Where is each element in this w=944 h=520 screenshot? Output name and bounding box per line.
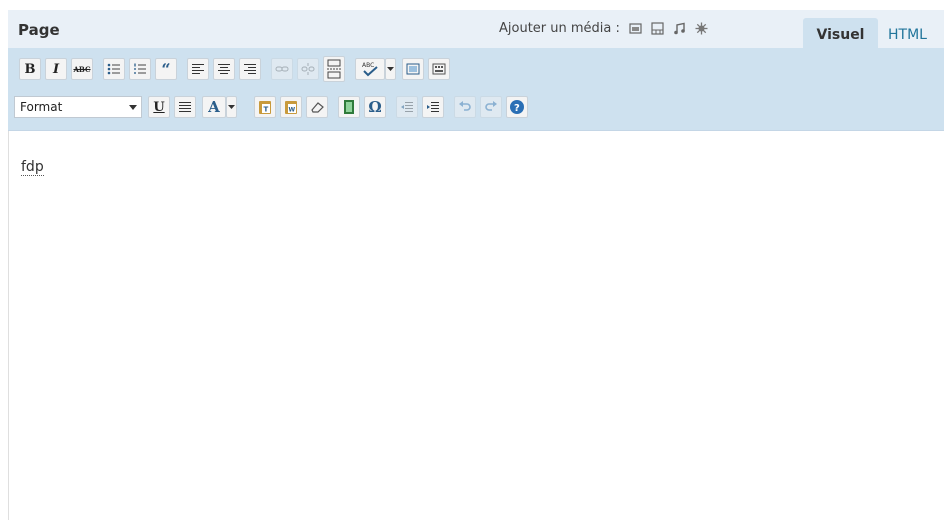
toolbar: B I ABC “ ABC Format U A T W Ω ?: [8, 48, 944, 131]
page-title: Page: [18, 21, 60, 39]
undo-icon: [459, 101, 471, 111]
redo-button[interactable]: [480, 96, 502, 118]
svg-text:ABC: ABC: [362, 62, 374, 69]
align-right-icon: [244, 64, 256, 74]
svg-text:?: ?: [514, 103, 520, 114]
svg-text:W: W: [289, 107, 296, 114]
align-justify-icon: [179, 102, 191, 112]
special-character-button[interactable]: Ω: [364, 96, 386, 118]
gallery-icon[interactable]: [651, 22, 664, 35]
help-icon: ?: [510, 100, 524, 114]
outdent-button[interactable]: [396, 96, 418, 118]
fullscreen-button[interactable]: [402, 58, 424, 80]
paste-word-icon: W: [285, 101, 297, 114]
indent-button[interactable]: [422, 96, 444, 118]
align-left-icon: [192, 64, 204, 74]
paste-text-button[interactable]: T: [254, 96, 276, 118]
justify-button[interactable]: [174, 96, 196, 118]
image-icon[interactable]: [629, 22, 642, 35]
text-color-menu-button[interactable]: [226, 96, 237, 118]
strikethrough-button[interactable]: ABC: [71, 58, 93, 80]
eraser-icon: [311, 102, 324, 113]
tab-visuel[interactable]: Visuel: [803, 18, 878, 48]
chevron-down-icon: [129, 105, 137, 110]
chevron-down-icon: [387, 67, 394, 71]
editor-content-area[interactable]: fdp: [8, 131, 944, 520]
svg-text:T: T: [264, 106, 269, 114]
content-text: fdp: [21, 159, 44, 176]
paste-word-button[interactable]: W: [280, 96, 302, 118]
spellcheck-button[interactable]: ABC: [355, 58, 385, 80]
kitchen-sink-button[interactable]: [428, 58, 450, 80]
fullscreen-icon: [406, 63, 420, 75]
format-select[interactable]: Format: [14, 96, 142, 118]
blockquote-button[interactable]: “: [155, 58, 177, 80]
audio-icon[interactable]: [673, 22, 686, 35]
help-button[interactable]: ?: [506, 96, 528, 118]
align-center-button[interactable]: [213, 58, 235, 80]
undo-button[interactable]: [454, 96, 476, 118]
outdent-icon: [401, 102, 413, 112]
align-center-icon: [218, 64, 230, 74]
bullet-list-icon: [107, 63, 120, 75]
chevron-down-icon: [228, 105, 235, 109]
redo-icon: [485, 101, 497, 111]
remove-format-button[interactable]: [306, 96, 328, 118]
bold-button[interactable]: B: [19, 58, 41, 80]
bullet-list-button[interactable]: [103, 58, 125, 80]
align-left-button[interactable]: [187, 58, 209, 80]
italic-button[interactable]: I: [45, 58, 67, 80]
editor-header: Page Ajouter un média : Visuel HTML: [8, 10, 944, 48]
align-right-button[interactable]: [239, 58, 261, 80]
film-icon: [344, 100, 354, 114]
add-media-bar: Ajouter un média :: [499, 21, 708, 36]
tab-html[interactable]: HTML: [888, 18, 927, 48]
spellcheck-menu-button[interactable]: [385, 58, 396, 80]
insert-media-button[interactable]: [338, 96, 360, 118]
add-media-label: Ajouter un média :: [499, 21, 620, 36]
unlink-icon: [301, 63, 315, 75]
link-icon: [275, 66, 289, 72]
paste-text-icon: T: [259, 101, 271, 114]
indent-icon: [427, 102, 439, 112]
spellcheck-icon: ABC: [362, 62, 378, 77]
more-tag-button[interactable]: [323, 56, 345, 82]
kitchen-sink-icon: [432, 63, 446, 75]
editor: Page Ajouter un média : Visuel HTML B I …: [8, 10, 944, 520]
unlink-button[interactable]: [297, 58, 319, 80]
underline-button[interactable]: U: [148, 96, 170, 118]
numbered-list-button[interactable]: [129, 58, 151, 80]
text-color-button[interactable]: A: [202, 96, 226, 118]
insert-link-button[interactable]: [271, 58, 293, 80]
more-tag-icon: [327, 59, 341, 79]
other-media-icon[interactable]: [695, 22, 708, 35]
numbered-list-icon: [134, 63, 146, 74]
